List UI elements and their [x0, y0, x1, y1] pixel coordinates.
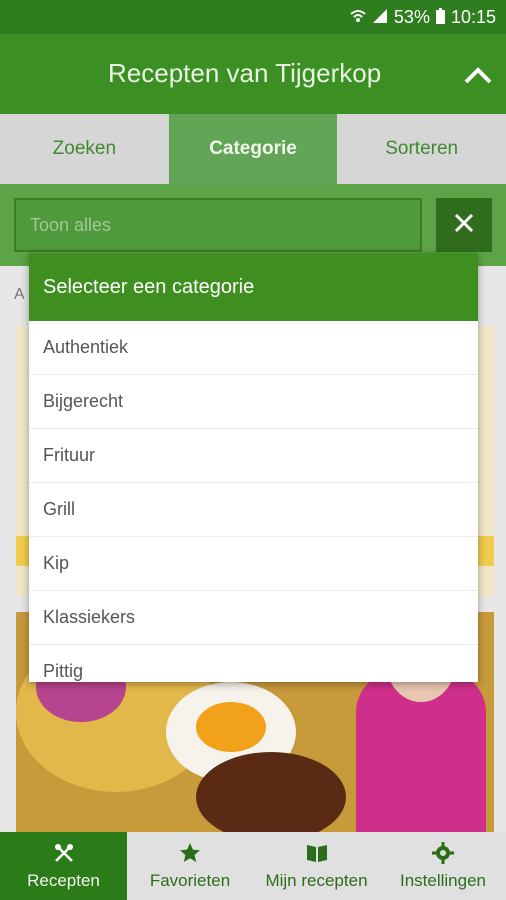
tab-bar: Zoeken Categorie Sorteren: [0, 114, 506, 184]
category-option-grill[interactable]: Grill: [29, 483, 478, 537]
battery-percentage: 53%: [393, 6, 430, 27]
app-bar: Recepten van Tijgerkop: [0, 34, 506, 114]
category-option-klassiekers[interactable]: Klassiekers: [29, 591, 478, 645]
nav-label: Mijn recepten: [265, 871, 368, 890]
status-bar: 53% 10:15: [0, 0, 506, 34]
category-option-frituur[interactable]: Frituur: [29, 429, 478, 483]
egg-yolk-image: [196, 702, 266, 752]
app-title: Recepten van Tijgerkop: [108, 58, 382, 88]
close-icon: [454, 213, 474, 238]
category-option-bijgerecht[interactable]: Bijgerecht: [29, 375, 478, 429]
category-dropdown: Selecteer een categorie Authentiek Bijge…: [29, 253, 478, 682]
battery-icon: [435, 7, 445, 27]
signal-icon: [372, 8, 388, 27]
cutlery-icon: [52, 841, 76, 865]
section-letter: A: [14, 286, 25, 303]
category-option-kip[interactable]: Kip: [29, 537, 478, 591]
bottom-navigation: Recepten Favorieten Mijn recepten Instel…: [0, 832, 506, 900]
chevron-up-icon[interactable]: [460, 58, 496, 94]
clear-filter-button[interactable]: [436, 198, 492, 252]
category-option-authentiek[interactable]: Authentiek: [29, 321, 478, 375]
tab-sorteren[interactable]: Sorteren: [337, 114, 506, 184]
book-icon: [305, 841, 329, 865]
dropdown-title: Selecteer een categorie: [29, 253, 478, 321]
nav-label: Instellingen: [399, 871, 486, 890]
tab-categorie[interactable]: Categorie: [168, 114, 338, 184]
clock: 10:15: [450, 6, 496, 27]
wifi-icon: [350, 9, 366, 26]
star-icon: [178, 841, 202, 865]
tab-zoeken[interactable]: Zoeken: [0, 114, 169, 184]
category-filter-input[interactable]: Toon alles: [14, 198, 422, 252]
nav-instellingen[interactable]: Instellingen: [380, 832, 506, 900]
nav-label: Recepten: [27, 871, 100, 890]
nav-recepten[interactable]: Recepten: [0, 832, 127, 900]
nav-mijn-recepten[interactable]: Mijn recepten: [253, 832, 380, 900]
category-option-pittig[interactable]: Pittig: [29, 645, 478, 682]
nav-favorieten[interactable]: Favorieten: [127, 832, 253, 900]
nav-label: Favorieten: [149, 871, 231, 890]
meat-image: [196, 752, 346, 832]
gear-icon: [431, 841, 455, 865]
